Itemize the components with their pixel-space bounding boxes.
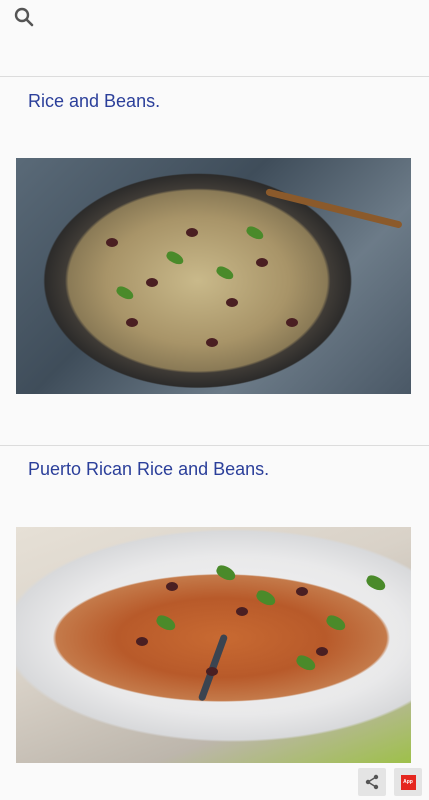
bean <box>186 228 198 237</box>
cilantro-leaf <box>294 653 318 673</box>
recipe-image[interactable] <box>16 527 411 763</box>
bottom-actions: App <box>358 768 422 796</box>
bean <box>226 298 238 307</box>
cilantro-leaf <box>214 563 238 583</box>
bean <box>206 667 218 676</box>
cilantro-leaf <box>164 249 186 267</box>
cilantro-leaf <box>154 613 178 633</box>
bean <box>166 582 178 591</box>
app-badge-icon: App <box>400 774 416 790</box>
search-icon[interactable] <box>12 5 36 29</box>
cilantro-leaf <box>114 284 136 302</box>
bean <box>206 338 218 347</box>
bean <box>296 587 308 596</box>
cilantro-leaf <box>364 573 388 593</box>
top-bar <box>0 0 429 77</box>
bean <box>286 318 298 327</box>
recipe-card[interactable]: Rice and Beans. <box>0 78 429 446</box>
bean <box>136 637 148 646</box>
app-badge-button[interactable]: App <box>394 768 422 796</box>
recipe-card[interactable]: Puerto Rican Rice and Beans. <box>0 446 429 766</box>
recipe-title[interactable]: Puerto Rican Rice and Beans. <box>28 459 269 480</box>
cilantro-leaf <box>254 588 278 608</box>
spoon-handle <box>265 188 403 229</box>
app-badge-label: App <box>403 779 413 785</box>
bean <box>146 278 158 287</box>
bean <box>126 318 138 327</box>
share-icon[interactable] <box>358 768 386 796</box>
bean <box>256 258 268 267</box>
bean <box>106 238 118 247</box>
cilantro-leaf <box>214 264 236 282</box>
cilantro-leaf <box>244 224 266 242</box>
bean <box>236 607 248 616</box>
cilantro-leaf <box>324 613 348 633</box>
bean <box>316 647 328 656</box>
recipe-image[interactable] <box>16 158 411 394</box>
recipe-title[interactable]: Rice and Beans. <box>28 91 160 112</box>
